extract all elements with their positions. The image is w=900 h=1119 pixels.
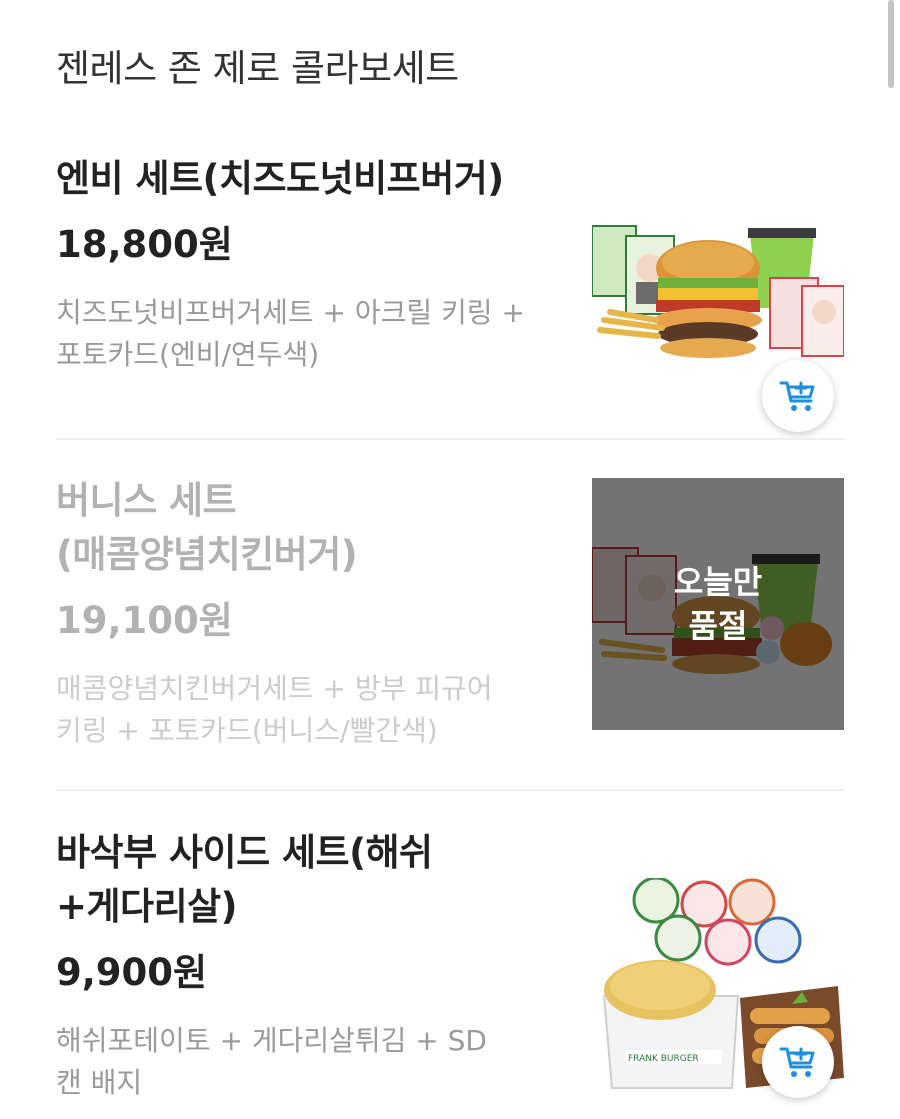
scrollbar[interactable] — [888, 0, 894, 88]
soldout-overlay: 오늘만 품절 — [592, 478, 844, 730]
item-price: 9,900원 — [56, 951, 208, 994]
item-description: 매콤양념치킨버거세트 + 방부 피규어 키링 + 포토카드(버니스/빨간색) — [56, 672, 493, 747]
item-price: 18,800원 — [56, 223, 233, 266]
item-name: 엔비 세트(치즈도넛비프버거) — [56, 157, 504, 200]
item-price: 19,100원 — [56, 599, 233, 642]
item-image[interactable]: FRANK BURGER — [592, 878, 844, 1108]
soldout-label: 품절 — [688, 607, 748, 645]
add-to-cart-button[interactable] — [762, 360, 834, 432]
brand-label: FRANK BURGER — [628, 1054, 699, 1064]
item-image[interactable]: 오늘만 품절 — [592, 478, 844, 730]
divider — [56, 438, 844, 440]
item-description: 치즈도넛비프버거세트 + 아크릴 키링 + 포토카드(엔비/연두색) — [56, 296, 525, 371]
cart-add-icon — [779, 1047, 815, 1077]
soldout-label: 오늘만 — [673, 563, 763, 601]
cart-add-icon — [779, 381, 815, 411]
menu-item[interactable]: 엔비 세트(치즈도넛비프버거) 18,800원 치즈도넛비프버거세트 + 아크릴… — [56, 152, 844, 446]
item-name: 바삭부 사이드 세트(해쉬 +게다리살) — [56, 831, 433, 928]
add-to-cart-button[interactable] — [762, 1026, 834, 1098]
section-title: 젠레스 존 제로 콜라보세트 — [56, 47, 459, 90]
divider — [56, 789, 844, 791]
item-description: 해쉬포테이토 + 게다리살튀김 + SD 캔 배지 — [56, 1024, 487, 1099]
item-name: 버니스 세트 (매콤양념치킨버거) — [56, 479, 358, 576]
menu-item[interactable]: 바삭부 사이드 세트(해쉬 +게다리살) 9,900원 해쉬포테이토 + 게다리… — [56, 826, 844, 1116]
menu-item[interactable]: 버니스 세트 (매콤양념치킨버거) 19,100원 매콤양념치킨버거세트 + 방… — [56, 474, 844, 764]
item-image[interactable] — [592, 216, 844, 446]
